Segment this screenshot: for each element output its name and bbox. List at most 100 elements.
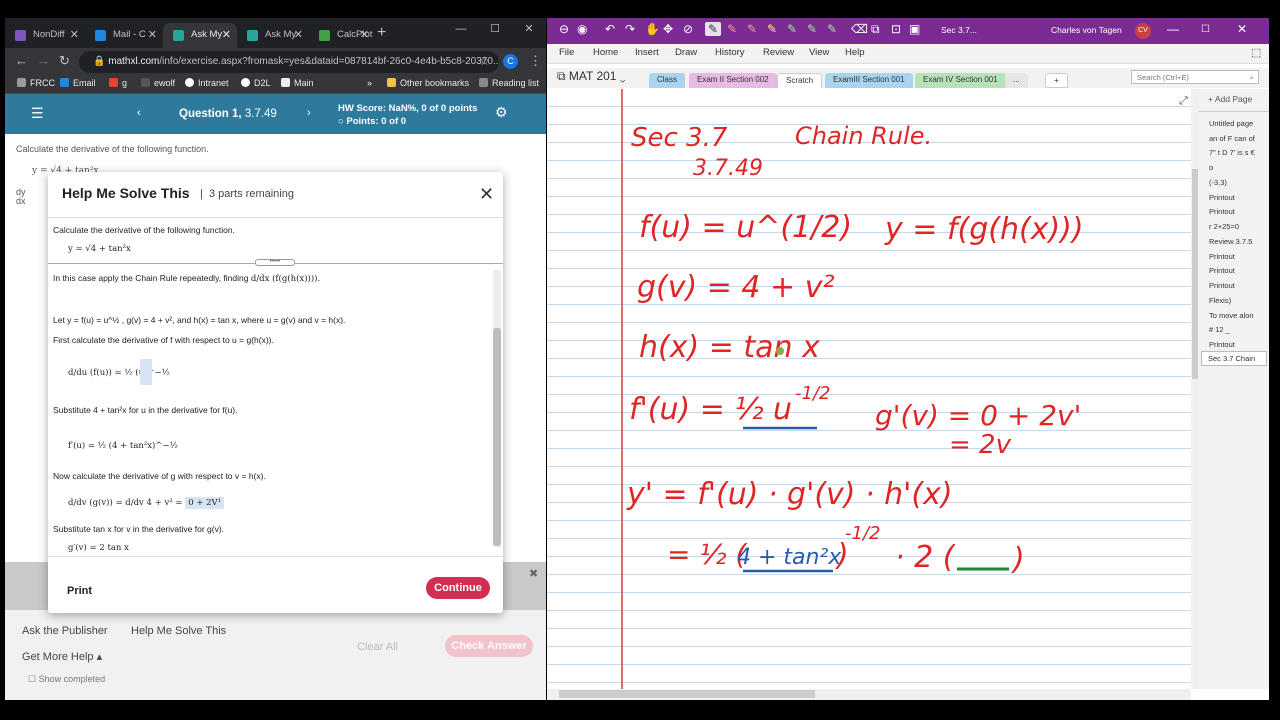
gear-icon[interactable]: ⚙	[495, 104, 508, 121]
hamburger-icon[interactable]: ☰	[31, 105, 44, 122]
page-item[interactable]: an of F can of	[1209, 134, 1255, 143]
show-completed-checkbox[interactable]: ☐ Show completed	[28, 674, 105, 685]
browser-tab-2[interactable]: Mail - C ✕	[85, 23, 163, 48]
profile-avatar[interactable]: C	[503, 54, 518, 69]
close-tab-icon[interactable]: ✕	[148, 28, 157, 41]
copy-icon[interactable]: ⧉	[871, 22, 880, 37]
note-canvas[interactable]: ⤢ Sec 3.7 Chain Rule. 3.7.49 f(u) = u^(1…	[547, 89, 1191, 689]
close-tab-icon[interactable]: ✕	[360, 28, 369, 41]
add-section-button[interactable]: +	[1045, 73, 1068, 88]
scrollbar-thumb[interactable]	[493, 328, 501, 546]
undo-icon[interactable]: ↶	[605, 22, 615, 36]
resize-handle[interactable]: •••••	[255, 259, 295, 266]
prev-question-icon[interactable]: ‹	[137, 107, 141, 119]
browser-tab-1[interactable]: NonDiff ✕	[5, 23, 85, 48]
section-class[interactable]: Class	[649, 73, 686, 88]
page-item[interactable]: Untitled page	[1209, 119, 1253, 128]
pen-green-icon[interactable]: ✎	[787, 22, 797, 36]
pen-red-icon[interactable]: ✎	[747, 22, 757, 36]
page-item[interactable]: o	[1209, 163, 1213, 172]
help-me-solve-link[interactable]: Help Me Solve This	[131, 625, 226, 637]
menu-view[interactable]: View	[809, 47, 829, 58]
expand-icon[interactable]: ⬚	[1251, 46, 1261, 59]
lasso-icon[interactable]: ⊘	[683, 22, 693, 36]
page-item[interactable]: r 2+25=0	[1209, 222, 1239, 231]
other-bookmarks[interactable]: Other bookmarks	[387, 78, 469, 88]
close-tab-icon[interactable]: ✕	[70, 28, 79, 41]
continue-button[interactable]: Continue	[426, 577, 490, 599]
minimize-icon[interactable]: —	[1167, 22, 1179, 36]
forward-icon[interactable]: ◉	[577, 22, 587, 36]
new-tab-button[interactable]: +	[377, 24, 386, 42]
maximize-icon[interactable]: ☐	[478, 18, 512, 40]
close-window-icon[interactable]: ✕	[512, 18, 546, 40]
pen-green-icon[interactable]: ✎	[827, 22, 837, 36]
browser-tab-4[interactable]: Ask My ✕	[237, 23, 309, 48]
bookmark-ewolf[interactable]: ewolf	[141, 78, 175, 88]
bookmark-gmail[interactable]: g	[109, 78, 127, 88]
page-item[interactable]: Printout	[1209, 193, 1235, 202]
url-input[interactable]: 🔒 mathxl.com/info/exercise.aspx?fromask=…	[79, 51, 499, 73]
reload-icon[interactable]: ↻	[59, 53, 70, 69]
bookmark-email[interactable]: Email	[60, 78, 96, 88]
section-exam4[interactable]: Exam IV Section 001	[915, 73, 1006, 88]
bookmark-intranet[interactable]: Intranet	[185, 78, 229, 88]
clear-all-button[interactable]: Clear All	[357, 641, 398, 653]
check-answer-button[interactable]: Check Answer	[445, 635, 533, 657]
menu-home[interactable]: Home	[593, 47, 618, 58]
redo-icon[interactable]: ↷	[625, 22, 635, 36]
section-scratch[interactable]: Scratch	[777, 73, 823, 88]
browser-tab-5[interactable]: CalcPlot ✕	[309, 23, 375, 48]
reading-list[interactable]: Reading list	[479, 78, 539, 88]
star-icon[interactable]: ☆	[479, 54, 490, 68]
bookmark-d2l[interactable]: D2L	[241, 78, 271, 88]
close-tab-icon[interactable]: ✕	[222, 28, 231, 41]
pen-red-icon[interactable]: ✎	[727, 22, 737, 36]
add-page-button[interactable]: + Add Page	[1208, 94, 1252, 104]
search-input[interactable]: Search (Ctrl+E) ⌕	[1131, 70, 1259, 84]
section-more[interactable]: ...	[1005, 73, 1028, 88]
forward-icon[interactable]: →	[37, 53, 50, 68]
paste-icon[interactable]: ▣	[909, 22, 920, 36]
eraser-icon[interactable]: ⌫	[851, 22, 868, 36]
page-item[interactable]: # 12 _	[1209, 325, 1230, 334]
page-item[interactable]: Printout	[1209, 266, 1235, 275]
dismiss-icon[interactable]: ✖	[529, 567, 538, 580]
menu-history[interactable]: History	[715, 47, 745, 58]
page-item[interactable]: Flexis)	[1209, 296, 1231, 305]
bookmarks-overflow[interactable]: »	[367, 78, 372, 88]
back-icon[interactable]: ⊖	[559, 22, 569, 36]
page-item[interactable]: Printout	[1209, 207, 1235, 216]
vertical-scrollbar[interactable]	[1191, 89, 1199, 689]
menu-insert[interactable]: Insert	[635, 47, 659, 58]
page-item-selected[interactable]: Sec 3.7 Chain	[1201, 351, 1267, 366]
maximize-icon[interactable]: ☐	[1201, 24, 1210, 35]
move-icon[interactable]: ✥	[663, 22, 673, 36]
get-more-help-button[interactable]: Get More Help ▴	[22, 650, 102, 663]
close-tab-icon[interactable]: ✕	[294, 28, 303, 41]
print-button[interactable]: Print	[67, 585, 92, 597]
menu-draw[interactable]: Draw	[675, 47, 697, 58]
pen-yellow-icon[interactable]: ✎	[767, 22, 777, 36]
hand-icon[interactable]: ✋	[645, 22, 660, 36]
page-item[interactable]: Review 3.7.5	[1209, 237, 1252, 246]
section-exam2[interactable]: Exam II Section 002	[689, 73, 777, 88]
notebook-name[interactable]: ⧉ MAT 201 ⌄	[557, 69, 626, 84]
close-window-icon[interactable]: ✕	[1237, 22, 1247, 36]
close-icon[interactable]: ✕	[479, 184, 494, 205]
pen-green-icon[interactable]: ✎	[807, 22, 817, 36]
page-item[interactable]: 7" t D 7' is s €	[1209, 148, 1255, 157]
page-item[interactable]: Printout	[1209, 281, 1235, 290]
page-item[interactable]: Printout	[1209, 252, 1235, 261]
page-item[interactable]: To move alon	[1209, 311, 1254, 320]
back-icon[interactable]: ←	[15, 53, 28, 68]
menu-kebab-icon[interactable]: ⋮	[529, 53, 542, 69]
page-item[interactable]: (-3,3)	[1209, 178, 1227, 187]
ask-publisher-link[interactable]: Ask the Publisher	[22, 625, 108, 637]
menu-help[interactable]: Help	[845, 47, 865, 58]
bookmark-frcc[interactable]: FRCC	[17, 78, 55, 88]
delete-icon[interactable]: ⊡	[891, 22, 901, 36]
bookmark-main[interactable]: Main	[281, 78, 314, 88]
section-exam3[interactable]: ExamIII Section 001	[825, 73, 913, 88]
browser-tab-3-active[interactable]: Ask My ✕	[163, 23, 237, 48]
